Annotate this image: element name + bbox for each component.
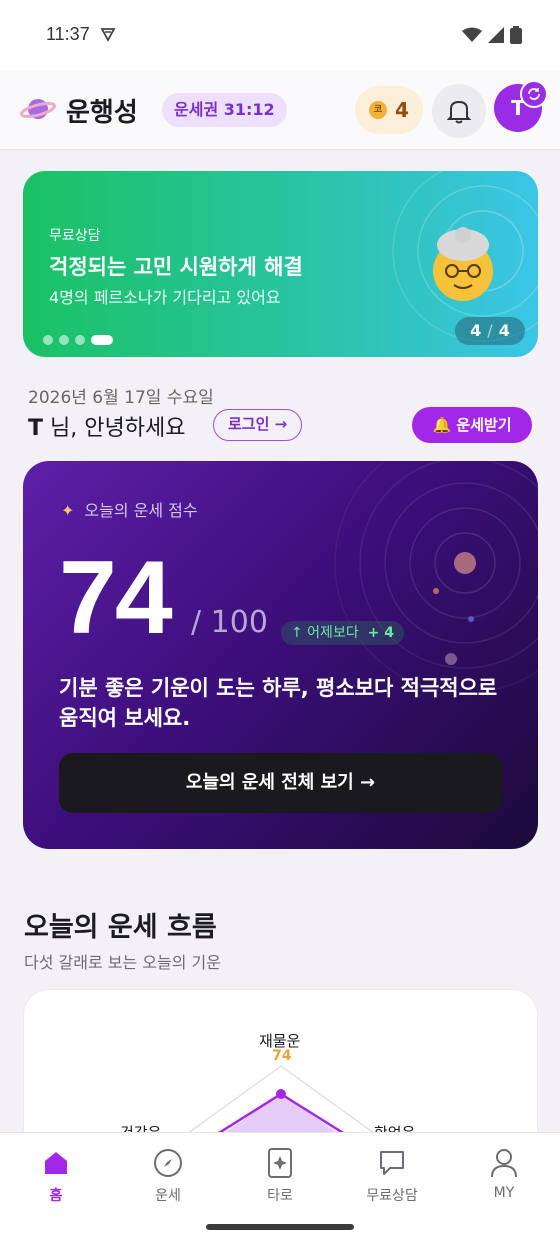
banner-dot[interactable]: [43, 335, 53, 345]
coin-icon: 코: [369, 101, 388, 119]
banner-page-current: 4: [470, 321, 482, 340]
get-fortune-button[interactable]: 🔔 운세받기: [412, 407, 532, 443]
coin-count: 4: [395, 98, 409, 122]
user-initial: T: [28, 416, 44, 441]
compass-icon: [154, 1149, 182, 1177]
status-icons: [462, 26, 522, 44]
banner-title: 걱정되는 고민 시원하게 해결: [49, 255, 303, 279]
score-delta-value: + 4: [367, 625, 394, 641]
date-text: 2026년 6월 17일 수요일: [28, 388, 214, 408]
flow-section-title: 오늘의 운세 흐름: [24, 912, 217, 943]
home-indicator[interactable]: [206, 1224, 354, 1230]
score-max: / 100: [191, 605, 268, 640]
fortune-pass-badge[interactable]: 운세권 31:12: [162, 93, 287, 127]
radar-value-wealth: 74: [272, 1048, 292, 1064]
nav-my[interactable]: MY: [454, 1147, 554, 1201]
bell-icon: [447, 100, 471, 124]
nav-fortune[interactable]: 운세: [118, 1147, 218, 1205]
status-bar: 11:37: [0, 0, 560, 70]
chat-bubble-icon: [380, 1151, 404, 1175]
vpn-icon: [100, 26, 116, 46]
nav-home-label: 홈: [49, 1188, 63, 1204]
greeting-message: 님, 안녕하세요: [43, 416, 186, 441]
sync-icon: [520, 80, 548, 108]
view-full-fortune-button[interactable]: 오늘의 운세 전체 보기 →: [59, 753, 502, 813]
notification-button[interactable]: [432, 84, 486, 138]
tarot-card-icon: [268, 1148, 292, 1178]
promo-banner[interactable]: 무료상담 걱정되는 고민 시원하게 해결 4명의 페르소나가 기다리고 있어요 …: [23, 171, 538, 357]
login-button[interactable]: 로그인 →: [213, 409, 303, 441]
signal-icon: [488, 27, 504, 43]
nav-tarot[interactable]: 타로: [230, 1147, 330, 1205]
score-delta-badge: ↑ 어제보다 + 4: [281, 621, 404, 645]
planet-logo-icon: [20, 94, 56, 128]
coin-balance-chip[interactable]: 코 4: [355, 86, 423, 134]
banner-tag: 무료상담: [49, 228, 101, 244]
app-header: 운행성 운세권 31:12 코 4 T: [0, 70, 560, 150]
nav-home[interactable]: 홈: [6, 1147, 106, 1205]
greeting-text: T 님, 안녕하세요: [28, 410, 185, 442]
score-label-text: 오늘의 운세 점수: [84, 501, 198, 520]
app-title: 운행성: [66, 97, 138, 127]
score-delta-prefix: ↑ 어제보다: [291, 625, 359, 641]
banner-pagination-dots[interactable]: [43, 335, 113, 345]
battery-icon: [510, 26, 522, 44]
banner-page-counter: 4/4: [455, 317, 525, 345]
radar-point-wealth: [276, 1089, 286, 1099]
nav-fortune-label: 운세: [155, 1188, 181, 1204]
fortune-score-card[interactable]: ✦ 오늘의 운세 점수 74 / 100 ↑ 어제보다 + 4 기분 좋은 기운이…: [23, 461, 538, 849]
score-label: ✦ 오늘의 운세 점수: [61, 497, 198, 521]
elderly-persona-icon: [433, 227, 493, 301]
nav-free-consult-label: 무료상담: [366, 1188, 418, 1204]
score-description: 기분 좋은 기운이 도는 하루, 평소보다 적극적으로 움직여 보세요.: [59, 676, 498, 730]
status-time: 11:37: [46, 24, 90, 44]
banner-page-total: 4: [498, 321, 510, 340]
flow-section-subtitle: 다섯 갈래로 보는 오늘의 기운: [24, 953, 221, 972]
nav-tarot-label: 타로: [267, 1188, 293, 1204]
banner-subtitle: 4명의 페르소나가 기다리고 있어요: [49, 288, 281, 307]
nav-free-consult[interactable]: 무료상담: [342, 1147, 442, 1205]
banner-dot[interactable]: [75, 335, 85, 345]
score-value: 74: [59, 540, 173, 656]
nav-my-label: MY: [493, 1185, 515, 1201]
banner-dot[interactable]: [91, 335, 113, 345]
sparkle-icon: ✦: [61, 501, 75, 520]
home-icon: [45, 1152, 67, 1174]
banner-dot[interactable]: [59, 335, 69, 345]
wifi-icon: [462, 27, 482, 42]
person-icon: [491, 1149, 517, 1178]
